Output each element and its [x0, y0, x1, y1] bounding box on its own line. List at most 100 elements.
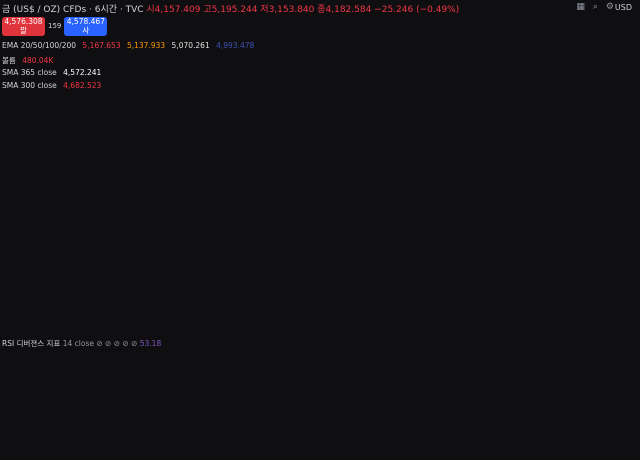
fib-zone	[0, 212, 605, 247]
trendline	[0, 169, 606, 269]
price-axis[interactable]: 5,600.000 5,400.000 5,200.000 5,000.000 4,80…	[605, 0, 640, 460]
candle	[274, 120, 278, 131]
volume-bar	[381, 305, 384, 332]
volume-bar	[195, 293, 198, 332]
volume-bar	[110, 305, 112, 332]
volume-bar	[207, 306, 210, 332]
volume-bar	[83, 316, 86, 332]
rsi-tick: 80.00	[608, 354, 627, 362]
volume-bar	[402, 322, 404, 332]
volume-bar	[422, 286, 425, 332]
candle	[98, 209, 102, 215]
volume-bar	[328, 304, 331, 332]
volume-bar	[92, 320, 95, 332]
buy-label: 사	[82, 26, 90, 35]
candle	[170, 140, 174, 152]
candle	[306, 108, 310, 118]
currency-label[interactable]: USD	[615, 3, 632, 12]
volume-legend[interactable]: 볼륨 480.04K	[2, 55, 57, 66]
candle	[216, 160, 220, 172]
volume-bar	[63, 322, 65, 332]
candle	[438, 224, 442, 248]
volume-bar	[405, 308, 407, 332]
volume-bar	[104, 310, 106, 332]
time-axis[interactable]: 2026 2월 3월 4월 화 2026-03-10 13:00 17	[0, 426, 640, 456]
fib-label: 0.382 (4,941.139)	[135, 133, 207, 142]
rsi-tick: 60.00	[608, 373, 627, 381]
candles	[10, 32, 454, 255]
price-label: 4,889.350	[607, 147, 640, 155]
fib-zones	[0, 212, 605, 337]
search-icon[interactable]: ⌕	[593, 2, 606, 12]
volume-bar	[284, 307, 286, 332]
volume-bar	[360, 311, 363, 332]
price-tick: 3,890.000	[608, 300, 640, 308]
price-label: 4,167.075	[607, 258, 640, 266]
price-tick: 3,990.000	[608, 285, 640, 293]
volume-bar	[375, 310, 378, 332]
rsi-line	[3, 352, 451, 415]
candle	[416, 136, 420, 149]
candle	[410, 126, 414, 137]
cursor-label-bg	[340, 444, 412, 456]
volume-bar	[107, 319, 109, 332]
rsi-legend[interactable]: RSI 디버젼스 지표 14 close ⊘ ⊘ ⊘ ⊘ ⊘ 53.18	[2, 338, 161, 349]
volume-bar	[349, 321, 351, 332]
candle	[122, 191, 126, 198]
ema-legend[interactable]: EMA 20/50/100/200 5,167.653 5,137.933 5,…	[2, 41, 258, 50]
sma1-value: 4,572.241	[63, 68, 102, 77]
volume-bar	[204, 297, 207, 332]
candle	[430, 179, 434, 195]
spread-value: 159	[48, 22, 62, 30]
volume-bar	[399, 313, 401, 332]
ema50-value: 5,137.933	[126, 41, 166, 50]
rsi-current: 46.44	[608, 386, 627, 394]
candle	[58, 220, 62, 225]
volume-bar	[254, 309, 257, 332]
volume-bar	[266, 322, 269, 332]
buy-button[interactable]: 4,578.467 사	[64, 17, 108, 36]
volume-bar	[299, 306, 301, 332]
volume-bar	[417, 291, 419, 332]
grid-icon[interactable]: ▦	[576, 2, 593, 12]
fib-zone	[0, 246, 605, 283]
trendline	[0, 207, 511, 333]
sma2-legend[interactable]: SMA 300 close 4,682.523	[2, 81, 105, 90]
volume-bar	[363, 320, 366, 332]
volume-bar	[166, 315, 168, 332]
sell-button[interactable]: 4,576.308 팔	[2, 17, 45, 36]
volume-bar	[281, 321, 283, 332]
symbol-title[interactable]: 금 (US$ / OZ) CFDs · 6시간 · TVC	[2, 5, 144, 15]
volume-bar	[228, 320, 230, 332]
sma2-value: 4,682.523	[63, 81, 102, 90]
candle	[26, 217, 30, 222]
sell-label: 팔	[20, 26, 27, 35]
volume-bar	[189, 298, 192, 332]
candle	[42, 212, 46, 216]
bear-tag: Bear	[12, 367, 27, 375]
volume-bar	[222, 325, 224, 332]
volume-bar	[4, 326, 6, 332]
candle	[34, 212, 38, 222]
volume-bar	[390, 309, 393, 332]
price-label-bg	[605, 178, 640, 189]
price-label: 4,573.293	[607, 195, 640, 203]
trendline	[0, 79, 606, 191]
volume-label: 186.47K	[607, 320, 635, 328]
candle	[162, 151, 166, 164]
volume-bar	[151, 316, 154, 332]
volume-bar	[225, 311, 227, 332]
tradingview-logo: 17	[4, 426, 19, 439]
candle	[386, 108, 390, 115]
candle	[298, 117, 302, 127]
ema200-line	[3, 129, 453, 254]
volume-bar	[148, 307, 151, 332]
volume-bar	[133, 308, 136, 332]
fib-label: 0.5 (4,803.193)	[135, 154, 197, 163]
sma1-legend[interactable]: SMA 365 close 4,572.241	[2, 68, 105, 77]
candle	[322, 90, 326, 100]
volume-bar	[428, 281, 431, 332]
volume-bar	[378, 319, 381, 332]
sell-price: 4,576.308	[4, 17, 43, 26]
price-tick: 3,790.000	[608, 315, 640, 323]
